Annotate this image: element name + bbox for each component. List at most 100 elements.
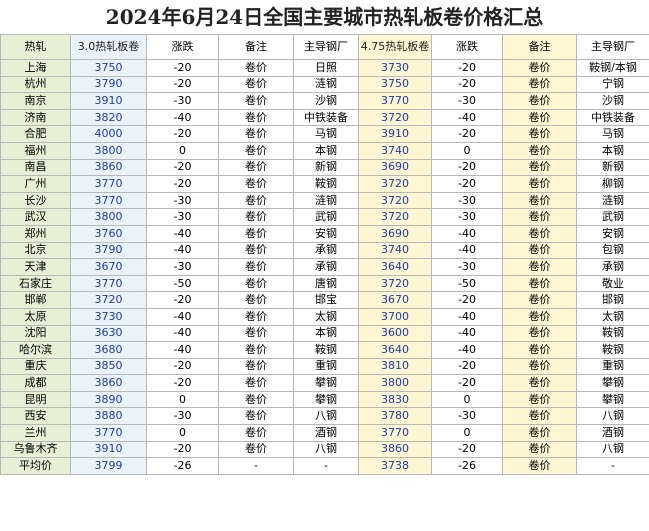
change-3-0-cell: -40	[146, 224, 219, 243]
price-4-75-cell: 3690	[358, 224, 432, 243]
average-row: 平均价 3799 -26- -3738 -26 卷价 -	[0, 457, 649, 475]
table-row: 北京 3790 -40 卷价 承钢 3740 -40 卷价 包钢	[0, 241, 649, 260]
change-3-0-cell: -40	[146, 307, 219, 326]
mill-4-75-cell: 太钢	[576, 307, 649, 326]
mill-3-0-cell: 安钢	[293, 224, 359, 243]
city-cell: 西安	[0, 407, 71, 426]
price-3-0-cell: 3680	[70, 341, 147, 359]
price-4-75-cell: 3720	[358, 208, 432, 226]
change-3-0-cell: -20	[146, 75, 219, 94]
note-4-75-cell: 卷价	[502, 125, 577, 143]
change-4-75-cell: -30	[431, 407, 503, 426]
city-cell: 合肥	[0, 125, 71, 143]
change-3-0-cell: 0	[146, 424, 219, 442]
price-3-0-cell: 3800	[70, 208, 147, 226]
mill-3-0-cell: 承钢	[293, 241, 359, 260]
city-cell: 重庆	[0, 357, 71, 376]
change-4-75-cell: -20	[431, 175, 503, 193]
note-4-75-cell: 卷价	[502, 291, 577, 309]
mill-4-75-cell: 马钢	[576, 125, 649, 143]
note-4-75-cell: 卷价	[502, 59, 577, 77]
price-4-75-cell: 3640	[358, 341, 432, 359]
note-3-0-cell: 卷价	[218, 158, 294, 177]
mill-3-0-cell: 马钢	[293, 125, 359, 143]
price-4-75-cell: 3720	[358, 175, 432, 193]
change-4-75-cell: -40	[431, 108, 503, 127]
price-4-75-cell: 3670	[358, 291, 432, 309]
table-row: 乌鲁木齐 3910 -20 卷价 八钢 3860 -20 卷价 八钢	[0, 440, 649, 459]
table-row: 合肥 4000 -20 卷价 马钢 3910 -20 卷价 马钢	[0, 125, 649, 143]
city-cell: 平均价	[0, 457, 71, 475]
note-3-0-cell: 卷价	[218, 108, 294, 127]
header-mill-4-75: 主导钢厂	[576, 34, 649, 60]
mill-4-75-cell: 涟钢	[576, 191, 649, 210]
mill-4-75-cell: 安钢	[576, 224, 649, 243]
mill-4-75-cell: 酒钢	[576, 424, 649, 442]
price-3-0-cell: 3770	[70, 191, 147, 210]
mill-3-0-cell: -	[293, 457, 359, 475]
note-4-75-cell: 卷价	[502, 457, 577, 475]
price-4-75-cell: 3810	[358, 357, 432, 376]
table-row: 昆明 3890 0 卷价 攀钢 3830 0 卷价 攀钢	[0, 390, 649, 409]
header-change-4-75: 涨跌	[431, 34, 503, 60]
note-3-0-cell: 卷价	[218, 341, 294, 359]
mill-4-75-cell: 新钢	[576, 158, 649, 177]
price-3-0-cell: 3720	[70, 291, 147, 309]
change-4-75-cell: 0	[431, 141, 503, 160]
price-4-75-cell: 3720	[358, 191, 432, 210]
mill-4-75-cell: 八钢	[576, 440, 649, 459]
change-3-0-cell: -30	[146, 407, 219, 426]
city-cell: 济南	[0, 108, 71, 127]
change-3-0-cell: -40	[146, 241, 219, 260]
change-3-0-cell: -20	[146, 357, 219, 376]
change-4-75-cell: -20	[431, 357, 503, 376]
price-3-0-cell: 3770	[70, 175, 147, 193]
change-4-75-cell: -20	[431, 291, 503, 309]
note-3-0-cell: 卷价	[218, 59, 294, 77]
mill-3-0-cell: 武钢	[293, 208, 359, 226]
city-cell: 天津	[0, 258, 71, 276]
note-4-75-cell: 卷价	[502, 75, 577, 94]
change-3-0-cell: -20	[146, 175, 219, 193]
city-cell: 北京	[0, 241, 71, 260]
change-4-75-cell: -40	[431, 224, 503, 243]
note-3-0-cell: 卷价	[218, 125, 294, 143]
table-row: 太原 3730 -40 卷价 太钢 3700 -40 卷价 太钢	[0, 307, 649, 326]
note-3-0-cell: 卷价	[218, 92, 294, 110]
mill-4-75-cell: 承钢	[576, 258, 649, 276]
header-city: 热轧	[0, 34, 71, 60]
note-4-75-cell: 卷价	[502, 141, 577, 160]
mill-4-75-cell: 本钢	[576, 141, 649, 160]
change-3-0-cell: -30	[146, 92, 219, 110]
price-3-0-cell: 3770	[70, 274, 147, 293]
header-row: 热轧 3.0热轧板卷 涨跌 备注 主导钢厂 4.75热轧板卷 涨跌 备注 主导钢…	[0, 34, 649, 60]
table-row: 南京 3910 -30 卷价 沙钢 3770 -30 卷价 沙钢	[0, 92, 649, 110]
mill-3-0-cell: 鞍钢	[293, 175, 359, 193]
header-mill-3-0: 主导钢厂	[293, 34, 359, 60]
mill-3-0-cell: 太钢	[293, 307, 359, 326]
price-3-0-cell: 3799	[70, 457, 147, 475]
city-cell: 乌鲁木齐	[0, 440, 71, 459]
table-row: 邯郸 3720 -20 卷价 邯宝 3670 -20 卷价 邯钢	[0, 291, 649, 309]
change-3-0-cell: -20	[146, 59, 219, 77]
table-row: 福州 3800 0 卷价 本钢 3740 0 卷价 本钢	[0, 141, 649, 160]
price-table: 热轧 3.0热轧板卷 涨跌 备注 主导钢厂 4.75热轧板卷 涨跌 备注 主导钢…	[0, 34, 649, 475]
mill-4-75-cell: 鞍钢	[576, 341, 649, 359]
price-4-75-cell: 3750	[358, 75, 432, 94]
price-3-0-cell: 4000	[70, 125, 147, 143]
mill-3-0-cell: 攀钢	[293, 390, 359, 409]
mill-3-0-cell: 涟钢	[293, 191, 359, 210]
table-row: 杭州 3790 -20 卷价 涟钢 3750 -20 卷价 宁钢	[0, 75, 649, 94]
table-row: 沈阳 3630 -40 卷价 本钢 3600 -40 卷价 鞍钢	[0, 324, 649, 343]
price-3-0-cell: 3860	[70, 374, 147, 392]
city-cell: 杭州	[0, 75, 71, 94]
mill-3-0-cell: 新钢	[293, 158, 359, 177]
change-3-0-cell: -20	[146, 374, 219, 392]
city-cell: 沈阳	[0, 324, 71, 343]
mill-3-0-cell: 沙钢	[293, 92, 359, 110]
price-4-75-cell: 3640	[358, 258, 432, 276]
table-row: 重庆 3850 -20 卷价 重钢 3810 -20 卷价 重钢	[0, 357, 649, 376]
note-3-0-cell: 卷价	[218, 307, 294, 326]
price-3-0-cell: 3670	[70, 258, 147, 276]
page-title: 2024年6月24日全国主要城市热轧板卷价格汇总	[105, 5, 544, 29]
